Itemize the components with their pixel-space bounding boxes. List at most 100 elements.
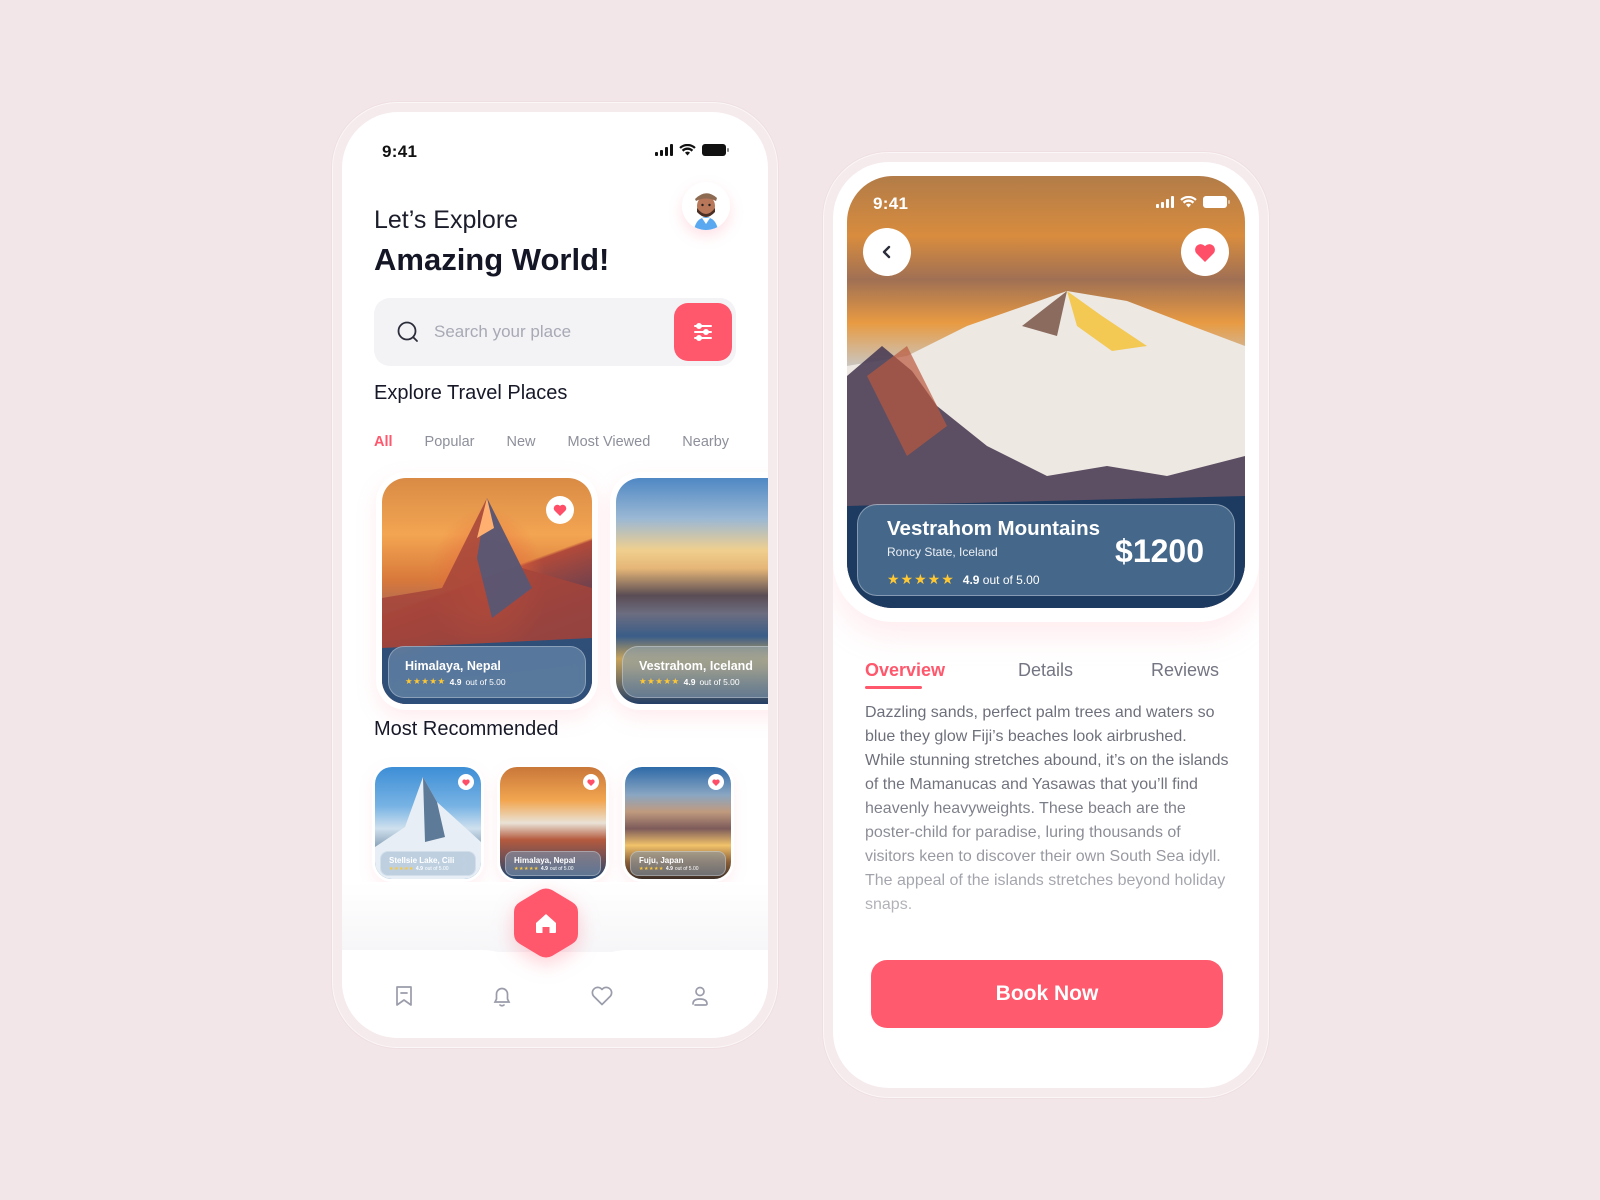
place-rating: ★★★★★ 4.9 out of 5.00 bbox=[639, 866, 699, 872]
category-tabs: All Popular New Most Viewed Nearby bbox=[374, 434, 729, 450]
place-photo-himalaya: Himalaya, Nepal ★★★★★ 4.9 out of 5.00 bbox=[382, 478, 592, 704]
star-rating-icons: ★★★★★ bbox=[514, 866, 539, 872]
tab-popular[interactable]: Popular bbox=[425, 434, 475, 450]
rating-suffix: out of 5.00 bbox=[982, 572, 1040, 587]
search-bar bbox=[374, 298, 736, 366]
wifi-icon bbox=[679, 144, 696, 156]
explore-section-title: Explore Travel Places bbox=[374, 382, 568, 404]
active-tab-indicator bbox=[865, 686, 922, 689]
favorite-button[interactable] bbox=[1181, 228, 1229, 276]
recommended-card[interactable]: Himalaya, Nepal ★★★★★ 4.9 out of 5.00 bbox=[497, 764, 609, 882]
place-title: Vestrahom Mountains bbox=[887, 517, 1101, 540]
place-photo-himalaya: Himalaya, Nepal ★★★★★ 4.9 out of 5.00 bbox=[500, 767, 606, 879]
place-name: Himalaya, Nepal bbox=[405, 659, 501, 673]
heart-filled-icon bbox=[587, 778, 595, 786]
place-photo-fuji: Fuju, Japan ★★★★★ 4.9 out of 5.00 bbox=[625, 767, 731, 879]
bottom-tab-bar bbox=[342, 950, 768, 1038]
profile-icon[interactable] bbox=[688, 984, 712, 1008]
tab-nearby[interactable]: Nearby bbox=[682, 434, 729, 450]
bell-icon[interactable] bbox=[490, 984, 514, 1008]
avatar-illustration bbox=[682, 182, 730, 230]
book-now-button[interactable]: Book Now bbox=[871, 960, 1223, 1028]
place-info-overlay: Vestrahom, Iceland ★★★★★ 4.9 out of 5.00 bbox=[622, 646, 768, 698]
rating-suffix: out of 5.00 bbox=[424, 866, 449, 872]
place-info-overlay: Himalaya, Nepal ★★★★★ 4.9 out of 5.00 bbox=[388, 646, 586, 698]
user-avatar[interactable] bbox=[682, 182, 730, 230]
rating-value: 4.9 bbox=[683, 676, 696, 687]
back-button[interactable] bbox=[863, 228, 911, 276]
home-button[interactable] bbox=[513, 888, 579, 958]
filter-button[interactable] bbox=[674, 303, 732, 361]
greeting-title: Amazing World! bbox=[374, 242, 610, 277]
detail-screen: 9:41 Vestrahom Mountains Roncy State, Ic… bbox=[833, 162, 1259, 1088]
rating-value: 4.9 bbox=[415, 866, 423, 872]
overview-text: Dazzling sands, perfect palm trees and w… bbox=[865, 701, 1231, 917]
heart-filled-icon bbox=[712, 778, 720, 786]
favorite-toggle[interactable] bbox=[708, 774, 724, 790]
tab-details[interactable]: Details bbox=[1018, 660, 1073, 681]
detail-tabs: Overview Details Reviews bbox=[865, 660, 1227, 690]
place-card[interactable]: Vestrahom, Iceland ★★★★★ 4.9 out of 5.00 bbox=[610, 472, 768, 710]
favorite-toggle[interactable] bbox=[583, 774, 599, 790]
status-time: 9:41 bbox=[382, 142, 418, 161]
home-screen: 9:41 Let’s Explore Amazing World! Explor… bbox=[342, 112, 768, 1038]
sliders-icon bbox=[694, 323, 712, 341]
tab-most-viewed[interactable]: Most Viewed bbox=[568, 434, 651, 450]
status-bar: 9:41 bbox=[342, 142, 768, 162]
place-location: Roncy State, Iceland bbox=[887, 545, 998, 559]
favorite-toggle[interactable] bbox=[458, 774, 474, 790]
hero-photo: 9:41 Vestrahom Mountains Roncy State, Ic… bbox=[847, 176, 1245, 608]
place-info-overlay: Fuju, Japan ★★★★★ 4.9 out of 5.00 bbox=[630, 851, 726, 876]
recommended-card[interactable]: Stellsie Lake, Cili ★★★★★ 4.9 out of 5.0… bbox=[372, 764, 484, 882]
tab-new[interactable]: New bbox=[507, 434, 536, 450]
place-name: Himalaya, Nepal bbox=[514, 856, 576, 865]
place-rating: ★★★★★ 4.9 out of 5.00 bbox=[389, 866, 449, 872]
star-rating-icons: ★★★★★ bbox=[639, 866, 664, 872]
battery-icon bbox=[1203, 196, 1230, 208]
price: $1200 bbox=[1115, 533, 1204, 569]
place-card[interactable]: Himalaya, Nepal ★★★★★ 4.9 out of 5.00 bbox=[376, 472, 598, 710]
star-rating-icons: ★★★★★ bbox=[389, 866, 414, 872]
heart-filled-icon bbox=[553, 504, 567, 516]
star-rating-icons: ★★★★★ bbox=[639, 676, 680, 686]
cellular-signal-icon bbox=[655, 144, 673, 156]
heart-icon[interactable] bbox=[590, 984, 614, 1008]
tab-reviews[interactable]: Reviews bbox=[1151, 660, 1219, 681]
recommended-section-title: Most Recommended bbox=[374, 718, 559, 740]
bookmark-icon[interactable] bbox=[392, 984, 416, 1008]
wifi-icon bbox=[1180, 196, 1197, 208]
tab-all[interactable]: All bbox=[374, 434, 393, 450]
cellular-signal-icon bbox=[1156, 196, 1174, 208]
tab-overview[interactable]: Overview bbox=[865, 660, 945, 681]
place-name: Stellsie Lake, Cili bbox=[389, 856, 455, 865]
search-icon bbox=[397, 321, 418, 342]
place-info-overlay: Stellsie Lake, Cili ★★★★★ 4.9 out of 5.0… bbox=[380, 851, 476, 876]
place-rating: ★★★★★ 4.9 out of 5.00 bbox=[639, 676, 740, 687]
star-rating-icons: ★★★★★ bbox=[405, 676, 446, 686]
place-photo-iceland: Vestrahom, Iceland ★★★★★ 4.9 out of 5.00 bbox=[616, 478, 768, 704]
star-rating-icons: ★★★★★ bbox=[887, 571, 955, 587]
place-photo-matterhorn: Stellsie Lake, Cili ★★★★★ 4.9 out of 5.0… bbox=[375, 767, 481, 879]
search-input[interactable] bbox=[434, 317, 654, 347]
rating-suffix: out of 5.00 bbox=[699, 676, 740, 687]
place-rating: ★★★★★ 4.9 out of 5.00 bbox=[405, 676, 506, 687]
place-name: Vestrahom, Iceland bbox=[639, 659, 753, 673]
rating-value: 4.9 bbox=[449, 676, 462, 687]
place-name: Fuju, Japan bbox=[639, 856, 684, 865]
place-rating: ★★★★★ 4.9 out of 5.00 bbox=[514, 866, 574, 872]
place-rating: ★★★★★ 4.9 out of 5.00 bbox=[887, 571, 1040, 588]
place-info-overlay: Vestrahom Mountains Roncy State, Iceland… bbox=[857, 504, 1235, 596]
rating-suffix: out of 5.00 bbox=[549, 866, 574, 872]
battery-icon bbox=[702, 144, 729, 156]
rating-value: 4.9 bbox=[665, 866, 673, 872]
rating-value: 4.9 bbox=[540, 866, 548, 872]
rating-suffix: out of 5.00 bbox=[465, 676, 506, 687]
favorite-toggle[interactable] bbox=[546, 496, 574, 524]
rating-value: 4.9 bbox=[962, 572, 980, 587]
greeting-subtitle: Let’s Explore bbox=[374, 206, 519, 234]
status-bar: 9:41 bbox=[847, 194, 1245, 214]
heart-filled-icon bbox=[1195, 243, 1215, 262]
heart-filled-icon bbox=[462, 778, 470, 786]
recommended-card[interactable]: Fuju, Japan ★★★★★ 4.9 out of 5.00 bbox=[622, 764, 734, 882]
place-info-overlay: Himalaya, Nepal ★★★★★ 4.9 out of 5.00 bbox=[505, 851, 601, 876]
